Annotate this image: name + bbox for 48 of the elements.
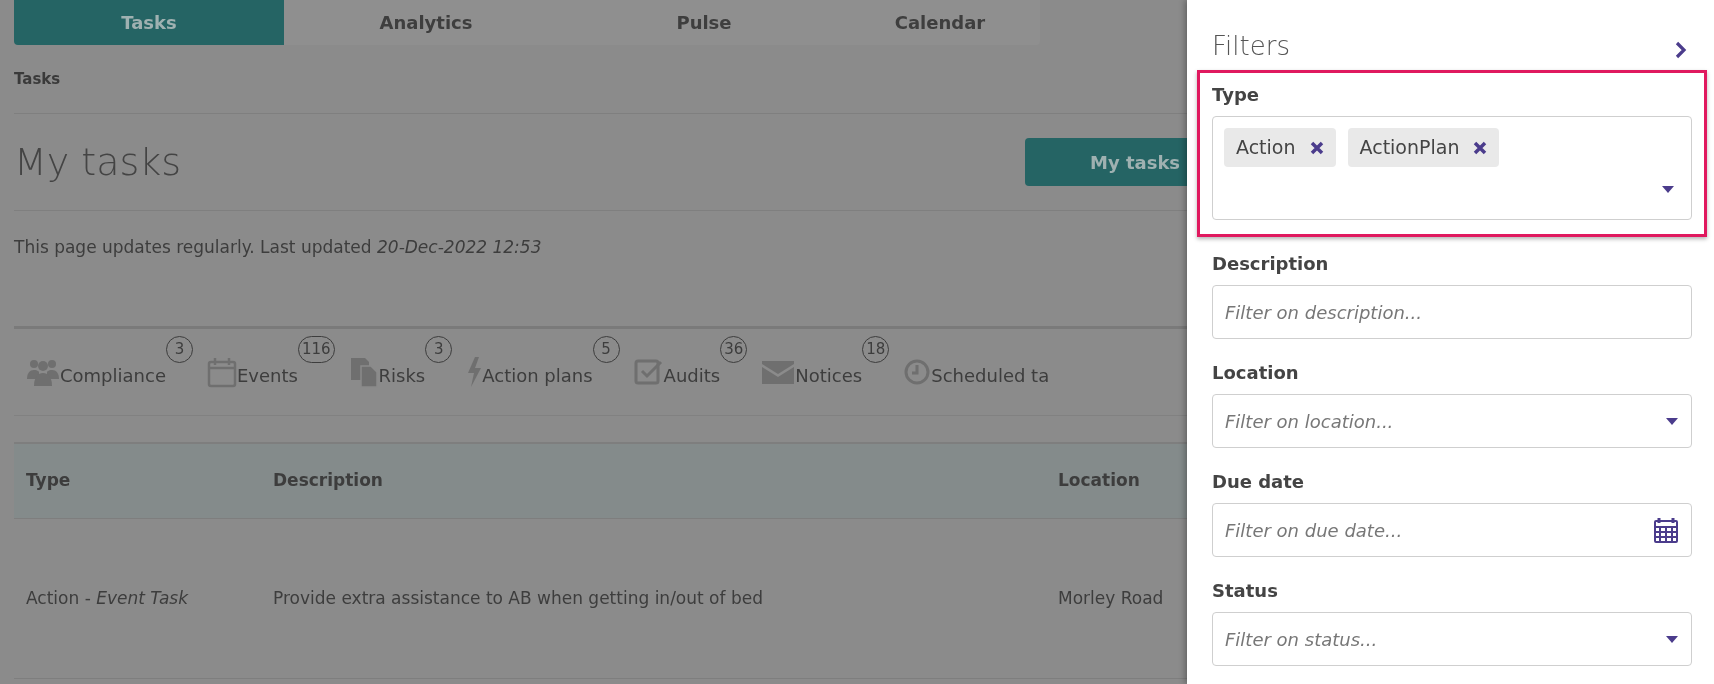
nav-tab[interactable]: Calendar	[840, 0, 1040, 45]
lightning-icon	[466, 356, 483, 388]
filter-chip[interactable]: ActionPlan	[1347, 128, 1500, 167]
category-tab[interactable]: Events	[236, 361, 298, 389]
update-note: This page updates regularly. Last updated 20-Dec-2022 12:53	[14, 237, 542, 257]
remove-icon[interactable]	[1309, 140, 1324, 155]
category-tab[interactable]: Audits	[663, 361, 721, 389]
category-tab[interactable]: Action plans	[482, 361, 593, 389]
clock-icon	[903, 358, 932, 386]
chevron-right-icon[interactable]	[1675, 41, 1687, 59]
dropdown-caret-icon[interactable]	[1662, 186, 1674, 193]
envelope-icon	[761, 359, 796, 385]
description-field[interactable]: Filter on description...	[1212, 285, 1692, 339]
page-title: My tasks	[14, 138, 182, 186]
dropdown-caret-icon[interactable]	[1666, 417, 1678, 425]
table-cell-text: Morley Road	[1057, 586, 1165, 610]
select-field[interactable]: Filter on status...	[1212, 612, 1692, 666]
nav-tab[interactable]: Pulse	[568, 0, 840, 45]
table-cell-text: Provide extra assistance to AB when getting in/out of bed	[272, 586, 764, 610]
field-label: Description	[1212, 252, 1330, 276]
date-field[interactable]: Filter on due date...	[1212, 503, 1692, 557]
calendar-icon	[206, 356, 237, 388]
filter-chip[interactable]: Action	[1224, 128, 1336, 167]
nav-tab[interactable]: Analytics	[284, 0, 568, 45]
category-tab[interactable]: Risks	[378, 361, 426, 389]
select-field[interactable]: Filter on location...	[1212, 394, 1692, 448]
documents-icon	[348, 356, 379, 388]
table-cell-text: Action - Event Task	[25, 586, 190, 610]
field-label: Type	[1212, 83, 1260, 107]
column-header[interactable]: Description	[261, 468, 1046, 494]
category-tab[interactable]: Compliance	[60, 361, 166, 389]
column-header[interactable]: Location	[1046, 468, 1187, 494]
people-icon	[26, 357, 60, 387]
checkbox-icon	[633, 357, 664, 387]
calendar-icon[interactable]	[1654, 517, 1678, 543]
category-tab[interactable]: Notices	[795, 361, 863, 389]
panel-title: Filters	[1212, 29, 1290, 63]
nav-tab[interactable]: Tasks	[14, 0, 284, 45]
field-label: Status	[1212, 579, 1279, 603]
dropdown-caret-icon[interactable]	[1666, 635, 1678, 643]
breadcrumb[interactable]: Tasks	[14, 67, 61, 91]
field-label: Due date	[1212, 470, 1306, 494]
category-tab[interactable]: Scheduled ta	[931, 361, 1050, 389]
type-multiselect[interactable]: Action ActionPlan	[1212, 116, 1692, 220]
field-label: Location	[1212, 361, 1300, 385]
remove-icon[interactable]	[1473, 140, 1488, 155]
my-tasks-button[interactable]: My tasks	[1025, 138, 1187, 186]
column-header[interactable]: Type	[14, 468, 261, 494]
